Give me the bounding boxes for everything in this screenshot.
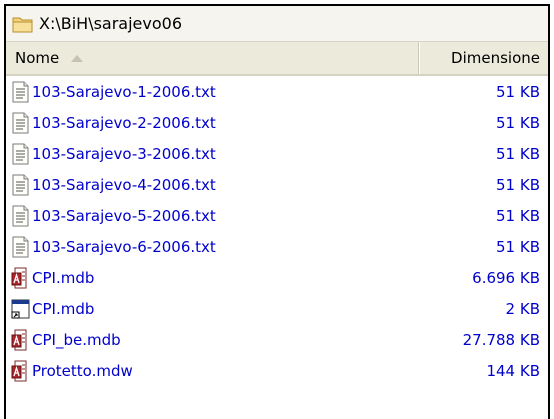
address-bar[interactable]: X:\BiH\sarajevo06 <box>6 6 548 42</box>
file-size: 51 KB <box>496 175 540 194</box>
text-file-icon <box>11 81 30 103</box>
file-size: 51 KB <box>496 113 540 132</box>
text-file-icon <box>11 205 30 227</box>
access-database-icon <box>11 360 30 382</box>
file-row[interactable]: Protetto.mdw 144 KB <box>6 355 548 386</box>
column-header-size[interactable]: Dimensione <box>419 42 548 74</box>
file-name-cell: 103-Sarajevo-3-2006.txt <box>6 143 419 165</box>
file-row[interactable]: CPI.mdb 2 KB <box>6 293 548 324</box>
file-row[interactable]: 103-Sarajevo-4-2006.txt 51 KB <box>6 169 548 200</box>
column-size-label: Dimensione <box>451 49 540 67</box>
file-name-cell: 103-Sarajevo-5-2006.txt <box>6 205 419 227</box>
text-file-icon <box>11 143 30 165</box>
file-size: 2 KB <box>505 299 540 318</box>
file-name-cell: 103-Sarajevo-4-2006.txt <box>6 174 419 196</box>
file-name-cell: 103-Sarajevo-2-2006.txt <box>6 112 419 134</box>
sort-ascending-icon <box>71 54 84 62</box>
access-database-icon <box>11 329 30 351</box>
file-row[interactable]: 103-Sarajevo-5-2006.txt 51 KB <box>6 200 548 231</box>
file-row[interactable]: CPI_be.mdb 27.788 KB <box>6 324 548 355</box>
file-name: CPI.mdb <box>32 268 95 287</box>
text-file-icon <box>11 112 30 134</box>
file-size: 51 KB <box>496 237 540 256</box>
file-row[interactable]: 103-Sarajevo-1-2006.txt 51 KB <box>6 76 548 107</box>
file-name-cell: Protetto.mdw <box>6 360 419 382</box>
folder-icon <box>12 17 33 32</box>
current-path: X:\BiH\sarajevo06 <box>39 14 183 33</box>
file-name-cell: CPI_be.mdb <box>6 329 419 351</box>
access-database-icon <box>11 267 30 289</box>
file-name: CPI_be.mdb <box>32 330 121 349</box>
file-name: 103-Sarajevo-2-2006.txt <box>32 113 216 132</box>
column-header: Nome Dimensione <box>6 42 548 76</box>
column-header-name[interactable]: Nome <box>6 42 419 74</box>
file-size: 51 KB <box>496 206 540 225</box>
file-name: Protetto.mdw <box>32 361 133 380</box>
file-size: 144 KB <box>486 361 540 380</box>
file-name-cell: CPI.mdb <box>6 298 419 320</box>
file-row[interactable]: 103-Sarajevo-2-2006.txt 51 KB <box>6 107 548 138</box>
file-size: 27.788 KB <box>462 330 540 349</box>
column-name-label: Nome <box>15 49 60 67</box>
text-file-icon <box>11 174 30 196</box>
file-row[interactable]: CPI.mdb 6.696 KB <box>6 262 548 293</box>
text-file-icon <box>11 236 30 258</box>
file-name-cell: 103-Sarajevo-6-2006.txt <box>6 236 419 258</box>
file-size: 51 KB <box>496 144 540 163</box>
file-name-cell: 103-Sarajevo-1-2006.txt <box>6 81 419 103</box>
file-name: CPI.mdb <box>32 299 95 318</box>
file-name-cell: CPI.mdb <box>6 267 419 289</box>
file-name: 103-Sarajevo-1-2006.txt <box>32 82 216 101</box>
file-row[interactable]: 103-Sarajevo-3-2006.txt 51 KB <box>6 138 548 169</box>
file-size: 6.696 KB <box>472 268 540 287</box>
file-list: 103-Sarajevo-1-2006.txt 51 KB 103-Sarajevo… <box>6 76 548 386</box>
explorer-window: X:\BiH\sarajevo06 Nome Dimensione 103-Sa… <box>4 4 550 419</box>
file-name: 103-Sarajevo-5-2006.txt <box>32 206 216 225</box>
file-size: 51 KB <box>496 82 540 101</box>
shortcut-file-icon <box>11 298 30 320</box>
file-name: 103-Sarajevo-4-2006.txt <box>32 175 216 194</box>
file-row[interactable]: 103-Sarajevo-6-2006.txt 51 KB <box>6 231 548 262</box>
file-name: 103-Sarajevo-6-2006.txt <box>32 237 216 256</box>
file-name: 103-Sarajevo-3-2006.txt <box>32 144 216 163</box>
